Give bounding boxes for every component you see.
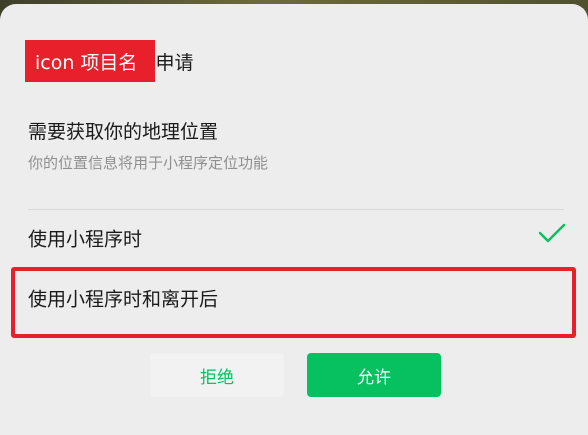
- reject-button[interactable]: 拒绝: [150, 353, 284, 397]
- permission-title: 需要获取你的地理位置: [28, 121, 219, 143]
- option-while-using[interactable]: 使用小程序时: [0, 210, 588, 266]
- option-label: 使用小程序时和离开后: [28, 288, 219, 311]
- permission-description: 你的位置信息将用于小程序定位功能: [28, 154, 269, 172]
- check-icon: [538, 223, 566, 243]
- option-label: 使用小程序时: [28, 228, 143, 251]
- apply-label: 申请: [155, 51, 194, 74]
- allow-button[interactable]: 允许: [307, 353, 441, 397]
- dialog-header: icon 项目名 申请: [25, 40, 193, 82]
- option-while-using-and-after-leaving[interactable]: 使用小程序时和离开后: [0, 270, 588, 326]
- app-name-badge: icon 项目名: [25, 40, 156, 82]
